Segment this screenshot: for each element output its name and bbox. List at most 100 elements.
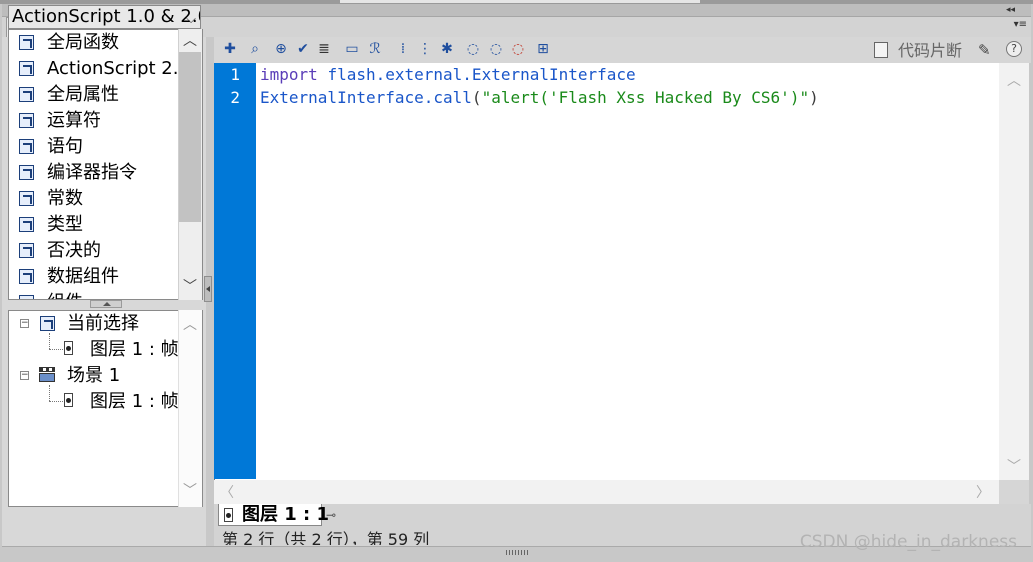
chevron-down-icon: ⌵: [186, 12, 196, 27]
tree-collapse-icon[interactable]: −: [20, 319, 29, 328]
toolbox-item-label: ActionScript 2.0 类: [47, 58, 179, 79]
tree-connector: [49, 349, 63, 350]
keyframe-icon: [224, 508, 233, 522]
keyframe-icon: [64, 341, 73, 355]
keyframe-icon: [64, 393, 73, 407]
toolbox-item-label: 全局属性: [47, 84, 119, 105]
book-arrow-icon: [19, 217, 34, 232]
magic-wand-icon[interactable]: ✎: [978, 41, 998, 59]
target-insert-icon[interactable]: ⊕: [273, 41, 289, 57]
toolbox-item-label: 数据组件: [47, 266, 119, 287]
toolbox-item-label: 否决的: [47, 240, 101, 261]
help-icon[interactable]: ?: [1006, 41, 1022, 57]
clapperboard-icon: [39, 367, 55, 382]
tree-connector: [49, 401, 63, 402]
book-arrow-icon: [19, 243, 34, 258]
apply-block-comment-icon[interactable]: ◌: [465, 41, 481, 57]
collapse-panel-icon[interactable]: ◂◂: [1006, 4, 1015, 16]
collapse-between-braces-icon[interactable]: ⁞: [395, 41, 411, 57]
scroll-down-arrow-icon[interactable]: ﹀: [178, 480, 202, 500]
toolbox-item[interactable]: 语句: [9, 134, 179, 160]
code-token: (: [471, 88, 482, 107]
tree-connector: [49, 385, 50, 401]
book-arrow-icon: [19, 87, 34, 102]
editor-horizontal-scrollbar[interactable]: [214, 480, 999, 504]
script-tab-label: 图层 1 : 1: [242, 504, 330, 525]
tree-item-label: 当前选择: [67, 313, 139, 334]
toolbox-item[interactable]: ActionScript 2.0 类: [9, 56, 179, 82]
toolbox-item-label: 语句: [47, 136, 83, 157]
check-syntax-icon[interactable]: ✔: [295, 41, 311, 57]
code-line[interactable]: import flash.external.ExternalInterface: [260, 63, 636, 86]
scroll-up-arrow-icon[interactable]: ︿: [178, 30, 202, 52]
tree-collapse-icon[interactable]: −: [20, 371, 29, 380]
toolbox-item[interactable]: 编译器指令: [9, 160, 179, 186]
cursor-position-status: 第 2 行（共 2 行），第 59 列: [222, 530, 430, 545]
scroll-down-arrow-icon[interactable]: ﹀: [178, 276, 202, 298]
panel-menu-icon[interactable]: ▾≡: [1014, 19, 1027, 30]
version-select[interactable]: ActionScript 1.0 & 2.0 ⌵: [8, 5, 201, 29]
line-number-gutter: [214, 63, 256, 479]
scroll-up-arrow-icon[interactable]: ︿: [178, 314, 202, 334]
book-arrow-icon: [19, 139, 34, 154]
code-token: ExternalInterface.call: [260, 88, 472, 107]
collapse-selection-icon[interactable]: ⋮: [417, 41, 433, 57]
toolbox-item[interactable]: 类型: [9, 212, 179, 238]
resize-grip[interactable]: [506, 550, 528, 555]
toolbox-item[interactable]: 常数: [9, 186, 179, 212]
split-collapse-handle[interactable]: [90, 300, 122, 308]
book-arrow-icon: [19, 165, 34, 180]
actions-toolbox: 全局函数 ActionScript 2.0 类 全局属性 运算符 语句 编译器指…: [8, 29, 203, 300]
script-navigator: − 当前选择 图层 1 : 帧 1 − 场景 1 图层 1 : 帧 1: [8, 310, 203, 507]
watermark: CSDN @hide_in_darkness: [799, 532, 1017, 552]
debug-options-icon[interactable]: ℛ: [367, 41, 383, 57]
auto-format-icon[interactable]: ≣: [316, 41, 332, 57]
book-arrow-icon: [19, 61, 34, 76]
code-snippets-icon[interactable]: [874, 42, 888, 58]
show-code-hint-icon[interactable]: ▭: [344, 41, 360, 57]
scroll-up-arrow-icon[interactable]: ︿: [1003, 70, 1025, 90]
pin-script-icon[interactable]: ⊸: [326, 508, 342, 522]
book-arrow-icon: [40, 316, 55, 331]
toolbox-item[interactable]: 组件: [9, 290, 179, 299]
navigator-scrollbar[interactable]: [178, 310, 202, 507]
book-arrow-icon: [19, 35, 34, 50]
toolbox-item-label: 运算符: [47, 110, 101, 131]
code-token: flash.external.ExternalInterface: [327, 65, 636, 84]
scroll-down-arrow-icon[interactable]: ﹀: [1003, 456, 1025, 476]
toolbox-item-label: 类型: [47, 214, 83, 235]
book-arrow-icon: [19, 191, 34, 206]
scroll-right-arrow-icon[interactable]: 〉: [976, 482, 992, 502]
book-arrow-icon: [19, 295, 34, 299]
version-select-value: ActionScript 1.0 & 2.0: [12, 6, 201, 27]
book-arrow-icon: [19, 113, 34, 128]
add-statement-icon[interactable]: ✚: [222, 41, 238, 57]
scrollbar-corner: [999, 480, 1029, 504]
toolbox-item-label: 全局函数: [47, 32, 119, 53]
script-editor[interactable]: [214, 63, 1029, 480]
toolbox-item[interactable]: 数据组件: [9, 264, 179, 290]
toolbox-item-label: 编译器指令: [47, 162, 137, 183]
find-icon[interactable]: ⌕: [247, 41, 263, 57]
scroll-left-arrow-icon[interactable]: 〈: [220, 482, 236, 502]
apply-line-comment-icon[interactable]: ◌: [488, 41, 504, 57]
toolbox-item[interactable]: 否决的: [9, 238, 179, 264]
toolbox-scroll-thumb[interactable]: [179, 52, 201, 222]
toolbox-item-label: 组件: [47, 290, 83, 299]
toolbox-item-label: 常数: [47, 188, 83, 209]
show-hide-toolbox-icon[interactable]: ⊞: [535, 41, 551, 57]
collapse-left-pane-handle[interactable]: [204, 276, 212, 302]
editor-vertical-scrollbar[interactable]: [999, 63, 1029, 480]
remove-comment-icon[interactable]: ◌: [510, 41, 526, 57]
tree-connector: [49, 333, 50, 349]
code-token: import: [260, 65, 318, 84]
code-line[interactable]: ExternalInterface.call("alert('Flash Xss…: [260, 86, 819, 109]
toolbox-item[interactable]: 全局函数: [9, 30, 179, 56]
toolbox-item[interactable]: 全局属性: [9, 82, 179, 108]
code-token: "alert('Flash Xss Hacked By CS6')": [481, 88, 810, 107]
line-number: 1: [230, 65, 240, 84]
code-snippets-button[interactable]: 代码片断: [898, 41, 962, 61]
toolbox-item[interactable]: 运算符: [9, 108, 179, 134]
expand-all-icon[interactable]: ✱: [439, 41, 455, 57]
